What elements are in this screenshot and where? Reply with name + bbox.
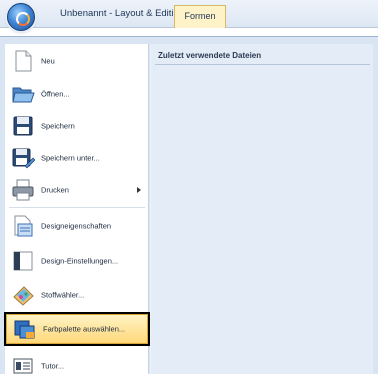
menu-item-label: Farbpalette auswählen... [43, 324, 126, 334]
save-disk-icon [13, 116, 33, 136]
new-document-icon [15, 50, 32, 72]
menu-item-label: Drucken [41, 185, 69, 195]
application-menu-button[interactable] [7, 3, 35, 31]
menu-item-design-properties[interactable]: Designeigenschaften [5, 210, 149, 242]
title-bar: Unbenannt - Layout & Editing Formen [0, 0, 378, 28]
menu-item-label: Speichern [41, 121, 75, 131]
menu-item-design-settings[interactable]: Design-Einstellungen... [5, 245, 149, 277]
tab-formen-label: Formen [184, 11, 216, 21]
menu-item-label: Design-Einstellungen... [41, 256, 119, 266]
save-as-icon [12, 148, 35, 169]
fabric-selector-icon [13, 286, 34, 306]
menu-separator [9, 207, 145, 208]
menu-item-label: Speichern unter... [41, 153, 100, 163]
design-properties-icon [14, 215, 33, 237]
window-title: Unbenannt - Layout & Editing [60, 8, 185, 19]
recent-files-divider [155, 64, 370, 65]
tutor-icon [13, 358, 33, 374]
menu-item-save[interactable]: Speichern [5, 110, 149, 142]
menu-item-new[interactable]: Neu [5, 45, 149, 77]
tab-formen[interactable]: Formen [174, 5, 226, 28]
menu-item-label: Neu [41, 56, 55, 66]
recent-files-panel: Zuletzt verwendete Dateien [150, 44, 373, 374]
menu-item-label: Öffnen... [41, 89, 70, 99]
menu-item-label: Tutor... [41, 361, 65, 371]
color-palette-icon [14, 320, 35, 339]
design-settings-icon [13, 251, 33, 271]
recent-files-header: Zuletzt verwendete Dateien [158, 51, 262, 60]
menu-item-save-as[interactable]: Speichern unter... [5, 142, 149, 174]
menu-item-label: Stoffwähler... [41, 290, 85, 300]
menu-item-tutor[interactable]: Tutor... [5, 350, 149, 374]
menu-item-color-palette[interactable]: Farbpalette auswählen... [4, 312, 150, 346]
open-folder-icon [12, 87, 35, 103]
menu-item-label: Designeigenschaften [41, 221, 112, 231]
menu-commands-panel: Neu Öffnen... Speichern Speichern unter.… [4, 44, 150, 374]
menu-item-print[interactable]: Drucken [5, 174, 149, 206]
menu-item-fabric-selector[interactable]: Stoffwähler... [5, 279, 149, 311]
printer-icon [12, 179, 34, 201]
menu-item-open[interactable]: Öffnen... [5, 78, 149, 110]
submenu-arrow-icon [137, 187, 141, 193]
